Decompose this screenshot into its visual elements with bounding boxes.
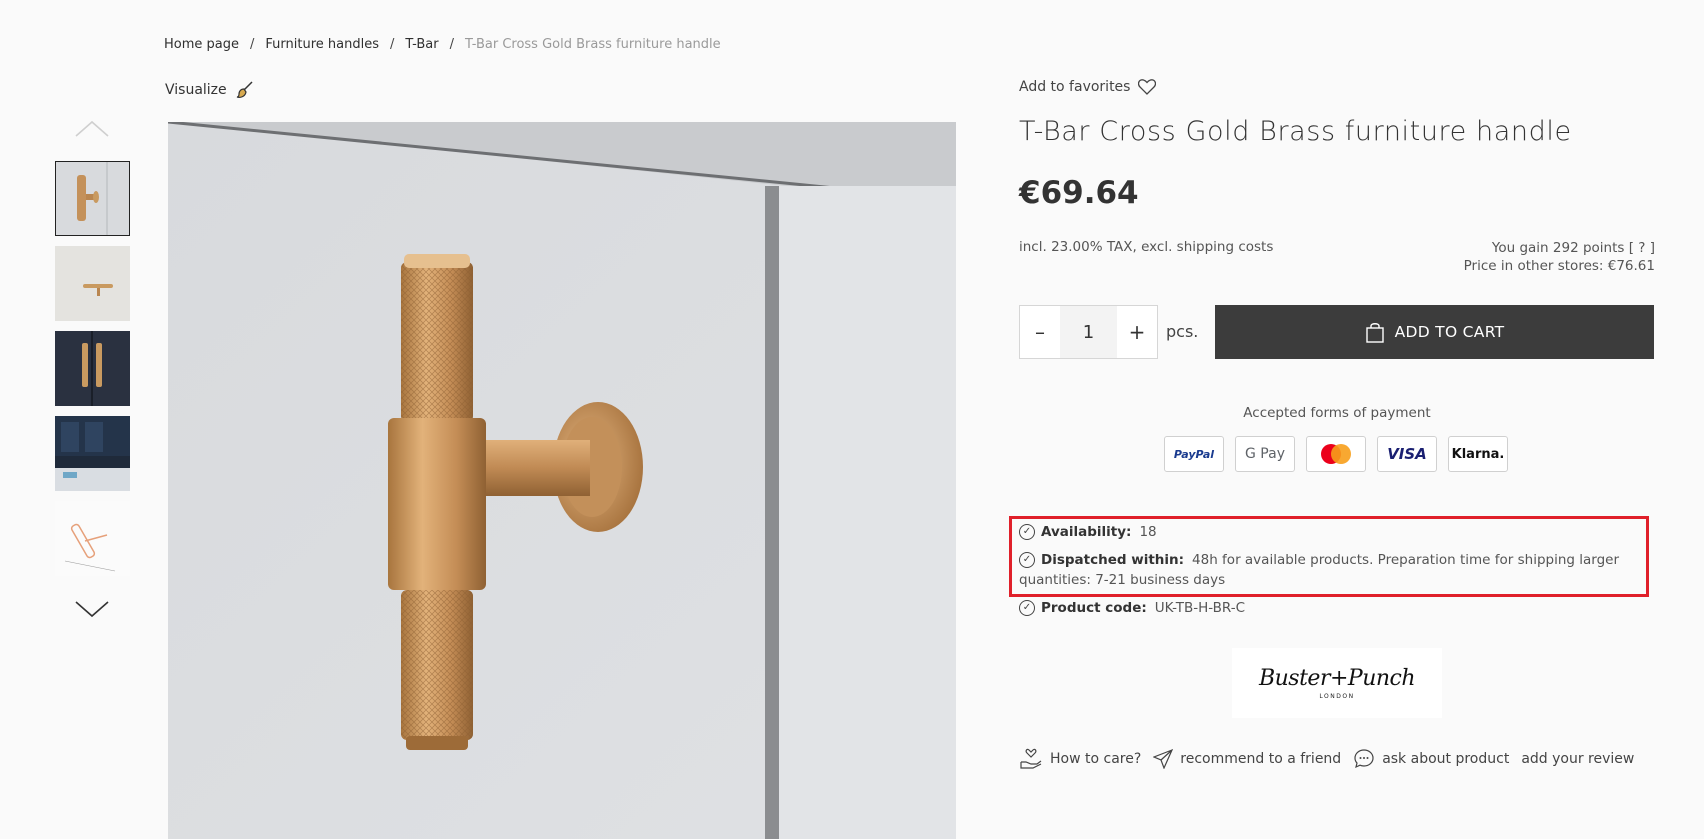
thumbnail-image [55, 246, 130, 321]
gallery-down-arrow-icon[interactable] [72, 596, 112, 620]
availability-value: 18 [1139, 524, 1157, 540]
increase-quantity-button[interactable]: + [1117, 320, 1157, 344]
visualize-button[interactable]: Visualize [165, 80, 255, 100]
thumbnail-image [55, 161, 130, 236]
klarna-logo: Klarna. [1448, 436, 1508, 472]
add-to-favorites-button[interactable]: Add to favorites [1019, 79, 1157, 95]
brand-logo[interactable]: Buster+Punch LONDON [1232, 648, 1442, 718]
shopping-bag-icon [1365, 323, 1384, 343]
breadcrumb-separator: / [449, 37, 454, 52]
thumbnail-image [55, 501, 130, 576]
breadcrumb-separator: / [250, 37, 255, 52]
availability-row: ✓ Availability: 18 [1019, 522, 1157, 542]
product-photo [168, 122, 956, 839]
breadcrumb-separator: / [389, 37, 395, 52]
main-product-image[interactable] [168, 122, 956, 839]
paintbrush-icon [236, 81, 253, 98]
how-to-care-link[interactable]: How to care? [1019, 748, 1141, 770]
mastercard-icon [1321, 444, 1351, 464]
quantity-stepper: – + [1019, 305, 1158, 359]
thumbnail-4[interactable] [55, 416, 130, 491]
paypal-label: PayPal [1173, 447, 1215, 461]
breadcrumb: Home page / Furniture handles / T-Bar / … [164, 37, 721, 52]
visa-label: VISA [1387, 445, 1427, 463]
google-pay-logo: G Pay [1235, 436, 1295, 472]
thumbnail-image [55, 331, 130, 406]
thumbnail-image [55, 416, 130, 491]
add-review-link[interactable]: add your review [1521, 751, 1634, 767]
dispatch-row-continued: quantities: 7-21 business days [1019, 570, 1225, 590]
chat-bubble-icon [1354, 749, 1374, 769]
paper-plane-icon [1153, 749, 1174, 769]
favorites-label: Add to favorites [1019, 79, 1131, 95]
check-circle-icon: ✓ [1019, 524, 1035, 540]
product-actions: How to care? recommend to a friend ask a… [1019, 748, 1646, 770]
thumbnail-3[interactable] [55, 331, 130, 406]
check-circle-icon: ✓ [1019, 600, 1035, 616]
loyalty-points[interactable]: You gain 292 points [ ? ] [1464, 239, 1655, 257]
paypal-logo: PayPal [1164, 436, 1224, 472]
hand-heart-icon [1020, 748, 1042, 769]
heart-icon [1138, 79, 1157, 95]
breadcrumb-t-bar[interactable]: T-Bar [405, 37, 438, 52]
product-code-label: Product code: [1041, 600, 1147, 616]
klarna-label: Klarna. [1451, 446, 1505, 462]
recommend-label: recommend to a friend [1180, 751, 1342, 767]
product-code-value: UK-TB-H-BR-C [1154, 600, 1246, 616]
recommend-link[interactable]: recommend to a friend [1153, 749, 1341, 769]
gallery-up-arrow-icon[interactable] [72, 118, 112, 140]
availability-label: Availability: [1041, 524, 1132, 540]
tax-note: incl. 23.00% TAX, excl. shipping costs [1019, 239, 1274, 255]
brand-name: Buster+Punch [1258, 666, 1416, 691]
check-circle-icon: ✓ [1019, 552, 1035, 568]
add-to-cart-button[interactable]: ADD TO CART [1215, 305, 1654, 359]
add-to-cart-label: ADD TO CART [1394, 323, 1505, 341]
payment-methods-label: Accepted forms of payment [1243, 405, 1431, 421]
how-to-care-label: How to care? [1050, 751, 1142, 767]
add-review-label: add your review [1521, 751, 1635, 767]
thumbnail-5[interactable] [55, 501, 130, 576]
visa-logo: VISA [1377, 436, 1437, 472]
dispatch-row: ✓ Dispatched within: 48h for available pr… [1019, 550, 1639, 570]
dispatch-value: 48h for available products. Preparation … [1192, 552, 1620, 568]
ask-about-product-label: ask about product [1382, 751, 1510, 767]
dispatch-label: Dispatched within: [1041, 552, 1185, 568]
quantity-unit: pcs. [1166, 322, 1199, 341]
other-stores-price: Price in other stores: €76.61 [1463, 258, 1655, 274]
thumbnail-2[interactable] [55, 246, 130, 321]
quantity-input[interactable] [1060, 306, 1117, 358]
payment-methods: PayPal G Pay VISA Klarna. [1164, 436, 1508, 472]
thumbnail-1[interactable] [55, 161, 130, 236]
breadcrumb-current: T-Bar Cross Gold Brass furniture handle [464, 37, 721, 52]
mastercard-logo [1306, 436, 1366, 472]
decrease-quantity-button[interactable]: – [1020, 320, 1060, 344]
visualize-label: Visualize [165, 82, 227, 98]
breadcrumb-home[interactable]: Home page [164, 37, 239, 52]
product-price: €69.64 [1019, 175, 1139, 211]
points-info: You gain 292 points [ ? ] Price in other… [1464, 239, 1655, 275]
product-title: T-Bar Cross Gold Brass furniture handle [1019, 116, 1572, 147]
google-pay-label: G Pay [1245, 446, 1285, 462]
dispatch-value-continued: quantities: 7-21 business days [1019, 572, 1226, 588]
breadcrumb-furniture-handles[interactable]: Furniture handles [265, 37, 379, 52]
brand-subtitle: LONDON [1319, 693, 1355, 700]
ask-about-product-link[interactable]: ask about product [1353, 748, 1509, 770]
product-code-row: ✓ Product code: UK-TB-H-BR-C [1019, 598, 1245, 618]
